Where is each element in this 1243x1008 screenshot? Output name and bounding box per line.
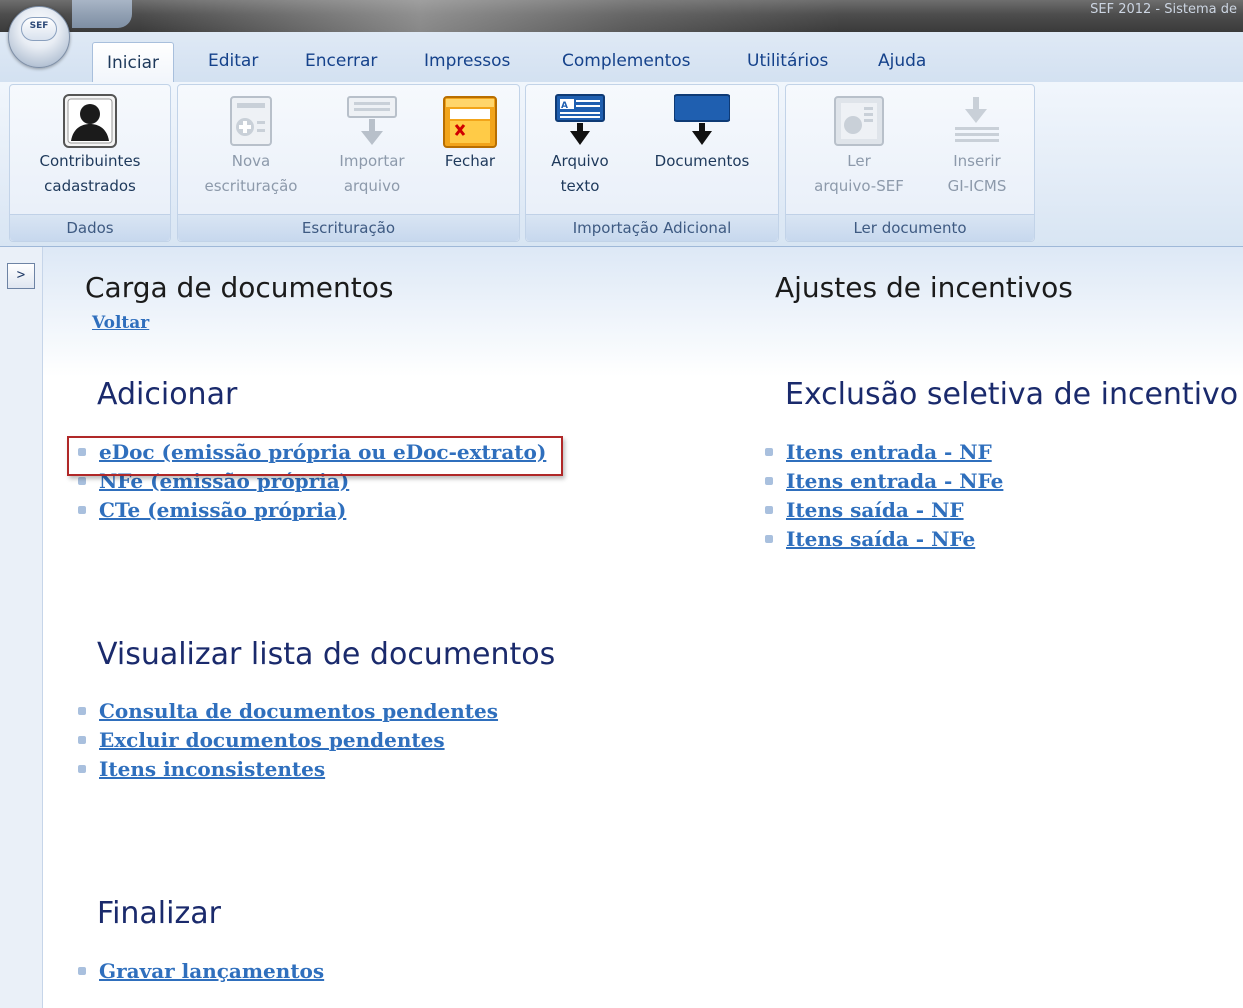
list-item: Itens saída - NFe [763,525,1003,554]
title-bar: SEF 2012 - Sistema de [0,0,1243,32]
voltar-link[interactable]: Voltar [92,313,149,333]
cte-link[interactable]: CTe (emissão própria) [99,498,346,522]
group-label-importacao-adicional: Importação Adicional [526,214,778,241]
ajustes-title: Ajustes de incentivos [775,271,1073,304]
tab-utilitarios[interactable]: Utilitários [747,44,828,78]
import-arrow-icon [344,93,400,149]
new-document-icon [223,93,279,149]
tab-iniciar[interactable]: Iniciar [92,42,174,83]
tab-complementos[interactable]: Complementos [562,44,691,78]
fechar-button[interactable]: Fechar [432,93,508,174]
list-item: Excluir documentos pendentes [76,726,498,755]
inserir-label-line2: GI-ICMS [947,177,1007,195]
documents-import-icon [673,93,731,149]
list-item: Gravar lançamentos [76,957,324,986]
itens-saida-nfe-link[interactable]: Itens saída - NFe [786,527,975,551]
highlight-box [67,436,563,476]
left-panel: > [0,247,43,1008]
bullet-icon [78,765,86,773]
excluir-pendentes-link[interactable]: Excluir documentos pendentes [99,728,445,752]
title-bar-glow [140,0,840,32]
arquivo-label-line2: texto [560,177,600,195]
visualizar-list: Consulta de documentos pendentes Excluir… [76,697,498,784]
read-file-icon [831,93,887,149]
ribbon-group-importacao-adicional: A Arquivo texto Documentos Importação Ad… [525,84,779,242]
section-title-adicionar: Adicionar [97,377,238,412]
itens-inconsistentes-link[interactable]: Itens inconsistentes [99,757,325,781]
tab-encerrar[interactable]: Encerrar [305,44,377,78]
bullet-icon [78,707,86,715]
app-logo: SEF [21,17,57,41]
bullet-icon [765,477,773,485]
ribbon: Contribuintes cadastrados Dados Nova esc… [0,82,1243,247]
nova-escrituracao-button[interactable]: Nova escrituração [190,93,312,199]
tab-impressos[interactable]: Impressos [424,44,510,78]
group-label-dados: Dados [10,214,170,241]
list-item: Consulta de documentos pendentes [76,697,498,726]
contribuintes-label-line1: Contribuintes [39,152,141,170]
consulta-pendentes-link[interactable]: Consulta de documentos pendentes [99,699,498,723]
section-title-visualizar: Visualizar lista de documentos [97,637,556,672]
text-file-import-icon: A [552,93,608,149]
finalizar-list: Gravar lançamentos [76,957,324,986]
group-label-ler-documento: Ler documento [786,214,1034,241]
window-title: SEF 2012 - Sistema de [1090,2,1237,17]
arquivo-label-line1: Arquivo [551,152,609,170]
main-content: Carga de documentos Voltar Ajustes de in… [43,247,1243,1008]
documentos-button[interactable]: Documentos [638,93,766,174]
expand-panel-button[interactable]: > [7,263,35,289]
svg-text:A: A [561,101,568,111]
importar-label-line1: Importar [339,152,405,170]
fechar-label-line1: Fechar [444,152,496,170]
ribbon-group-escrituracao: Nova escrituração Importar arquivo Fecha… [177,84,520,242]
list-item: CTe (emissão própria) [76,496,546,525]
contribuintes-cadastrados-button[interactable]: Contribuintes cadastrados [20,93,160,199]
itens-saida-nf-link[interactable]: Itens saída - NF [786,498,964,522]
importar-label-line2: arquivo [343,177,401,195]
ribbon-group-dados: Contribuintes cadastrados Dados [9,84,171,242]
itens-entrada-nfe-link[interactable]: Itens entrada - NFe [786,469,1003,493]
nova-label-line2: escrituração [204,177,298,195]
close-folder-icon [442,93,498,149]
gravar-lancamentos-link[interactable]: Gravar lançamentos [99,959,324,983]
list-item: Itens entrada - NF [763,438,1003,467]
list-item: Itens entrada - NFe [763,467,1003,496]
section-title-exclusao: Exclusão seletiva de incentivo [785,377,1239,412]
inserir-gi-icms-button[interactable]: Inserir GI-ICMS [932,93,1022,199]
insert-icon [949,93,1005,149]
list-item: Itens saída - NF [763,496,1003,525]
importar-arquivo-button[interactable]: Importar arquivo [322,93,422,199]
app-logo-text: SEF [29,21,49,31]
tab-editar[interactable]: Editar [208,44,258,78]
ribbon-tabs: Iniciar Editar Encerrar Impressos Comple… [0,32,1243,83]
ler-label-line1: Ler [847,152,871,170]
inserir-label-line1: Inserir [953,152,1001,170]
bullet-icon [78,967,86,975]
quick-access-toolbar[interactable] [72,0,132,28]
user-icon [62,93,118,149]
section-title-finalizar: Finalizar [97,896,221,931]
bullet-icon [765,448,773,456]
nova-label-line1: Nova [231,152,271,170]
bullet-icon [765,506,773,514]
bullet-icon [78,736,86,744]
page-title: Carga de documentos [85,271,394,304]
contribuintes-label-line2: cadastrados [44,177,136,195]
bullet-icon [78,506,86,514]
list-item: Itens inconsistentes [76,755,498,784]
ler-arquivo-sef-button[interactable]: Ler arquivo-SEF [800,93,918,199]
group-label-escrituracao: Escrituração [178,214,519,241]
arquivo-texto-button[interactable]: A Arquivo texto [536,93,624,199]
bullet-icon [78,477,86,485]
ler-label-line2: arquivo-SEF [814,177,904,195]
documentos-label-line1: Documentos [654,152,750,170]
ribbon-group-ler-documento: Ler arquivo-SEF Inserir GI-ICMS Ler docu… [785,84,1035,242]
tab-ajuda[interactable]: Ajuda [878,44,926,78]
bullet-icon [765,535,773,543]
itens-entrada-nf-link[interactable]: Itens entrada - NF [786,440,992,464]
app-menu-button[interactable]: SEF [8,6,70,68]
exclusao-list: Itens entrada - NF Itens entrada - NFe I… [763,438,1003,554]
